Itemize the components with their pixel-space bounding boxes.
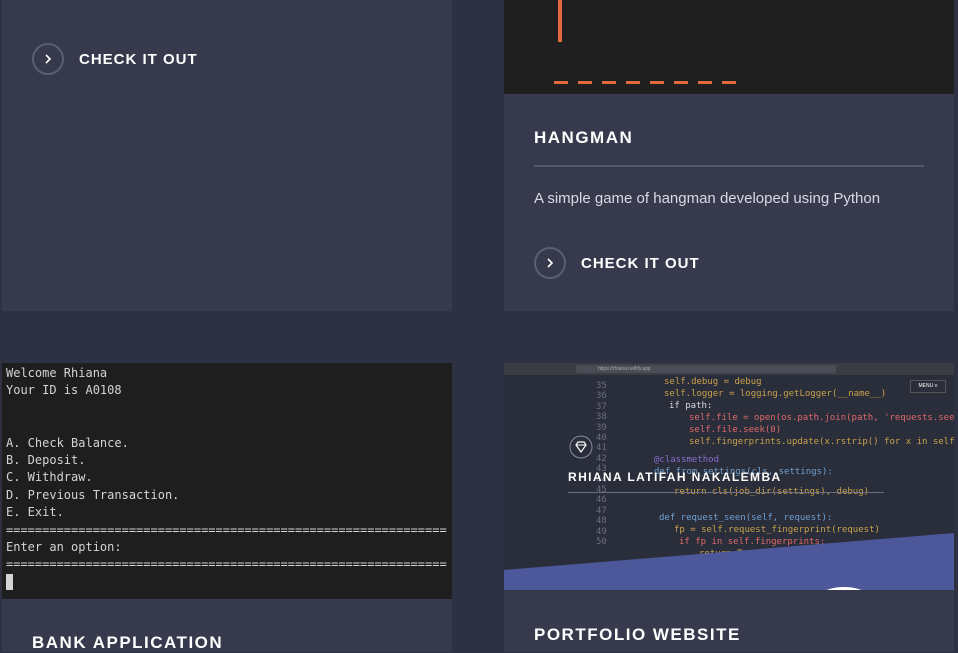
terminal-line: D. Previous Transaction. — [6, 487, 180, 502]
terminal-output: Welcome Rhiana Your ID is A0108 A. Check… — [6, 365, 447, 591]
terminal-line: Enter an option: — [6, 540, 122, 555]
project-card-bank: Welcome Rhiana Your ID is A0108 A. Check… — [2, 363, 452, 652]
portfolio-owner-name: RHIANA LATIFAH NAKALEMBA — [568, 470, 782, 484]
card-title: BANK APPLICATION — [32, 633, 224, 652]
check-it-out-link[interactable]: CHECK IT OUT — [32, 43, 198, 75]
terminal-line: ========================================… — [6, 557, 447, 572]
project-card-portfolio: https://rhiana.netlify.app 35 36 37 38 39 40 4… — [504, 363, 954, 652]
hangman-thumbnail — [504, 0, 954, 94]
portfolio-thumbnail: https://rhiana.netlify.app 35 36 37 38 39 40 4… — [504, 363, 954, 590]
diamond-icon — [569, 435, 593, 459]
project-card-1: CHECK IT OUT — [2, 0, 452, 311]
terminal-line: B. Deposit. — [6, 453, 86, 468]
terminal-line: Your ID is A0108 — [6, 383, 122, 398]
cta-label: CHECK IT OUT — [581, 254, 700, 272]
menu-button: MENU ≡ — [910, 380, 946, 393]
card-description: A simple game of hangman developed using… — [534, 190, 881, 207]
check-it-out-link[interactable]: CHECK IT OUT — [534, 247, 700, 279]
terminal-line: ========================================… — [6, 522, 447, 537]
cta-label: CHECK IT OUT — [79, 50, 198, 68]
chevron-right-icon — [32, 43, 64, 75]
hangman-drawing — [554, 0, 736, 84]
terminal-line: A. Check Balance. — [6, 435, 129, 450]
terminal-line: C. Withdraw. — [6, 470, 93, 485]
chevron-right-icon — [534, 247, 566, 279]
terminal-line: Welcome Rhiana — [6, 366, 108, 380]
project-card-hangman: HANGMAN A simple game of hangman develop… — [504, 0, 954, 311]
card-title: HANGMAN — [534, 128, 634, 147]
name-underline — [568, 492, 884, 493]
terminal-cursor — [6, 574, 13, 591]
terminal-thumbnail: Welcome Rhiana Your ID is A0108 A. Check… — [2, 363, 452, 599]
title-divider — [534, 165, 924, 167]
card-title: PORTFOLIO WEBSITE — [534, 625, 741, 644]
terminal-line: E. Exit. — [6, 505, 64, 520]
